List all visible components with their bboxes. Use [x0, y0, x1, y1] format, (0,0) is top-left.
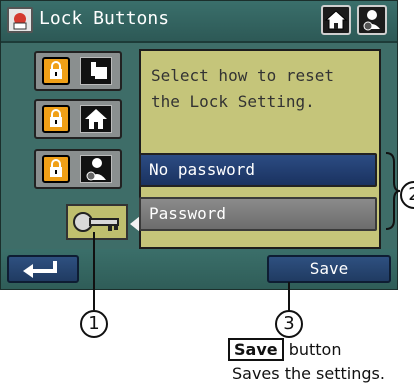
back-arrow-icon	[23, 261, 57, 278]
page-title: Lock Buttons	[39, 8, 170, 29]
lock-icon	[42, 57, 70, 85]
lock-user-settings-button[interactable]	[34, 149, 122, 189]
home-icon	[80, 105, 112, 133]
callout-3: 3	[275, 310, 303, 338]
save-caption-bold: Save	[228, 338, 284, 361]
lock-icon	[42, 155, 70, 183]
callout-2: 2	[400, 181, 414, 209]
home-icon	[324, 10, 348, 30]
lock-settings-icon	[7, 7, 33, 33]
instruction-line-1: Select how to reset	[151, 66, 335, 85]
save-button[interactable]: Save	[267, 255, 391, 283]
key-icon	[73, 212, 119, 232]
home-button[interactable]	[321, 5, 351, 35]
save-caption: Save button	[228, 338, 342, 361]
instruction-line-2: the Lock Setting.	[151, 92, 315, 111]
callout-2-brace	[385, 152, 401, 230]
title-bar: Lock Buttons	[1, 1, 397, 43]
back-button[interactable]	[7, 255, 79, 283]
callout-1-leader	[93, 232, 95, 310]
option-no-password[interactable]: No password	[139, 153, 377, 187]
user-settings-button[interactable]	[357, 5, 387, 35]
lock-touch-button[interactable]	[34, 51, 122, 91]
instruction-text: Select how to reset the Lock Setting.	[151, 63, 371, 115]
bottom-bar: Save	[1, 249, 397, 289]
save-caption-description: Saves the settings.	[232, 364, 385, 383]
lock-icon	[42, 105, 70, 133]
save-caption-text: button	[288, 340, 342, 359]
user-settings-icon	[80, 155, 112, 183]
user-settings-icon	[363, 10, 380, 31]
option-password[interactable]: Password	[139, 197, 377, 231]
touch-hand-icon	[80, 57, 112, 85]
lock-home-button[interactable]	[34, 99, 122, 139]
callout-1: 1	[80, 310, 108, 338]
callout-3-leader	[288, 282, 290, 312]
lock-buttons-panel	[4, 45, 140, 245]
device-screen: Lock Buttons Select how to reset the Loc…	[0, 0, 398, 290]
key-button[interactable]	[66, 204, 128, 240]
